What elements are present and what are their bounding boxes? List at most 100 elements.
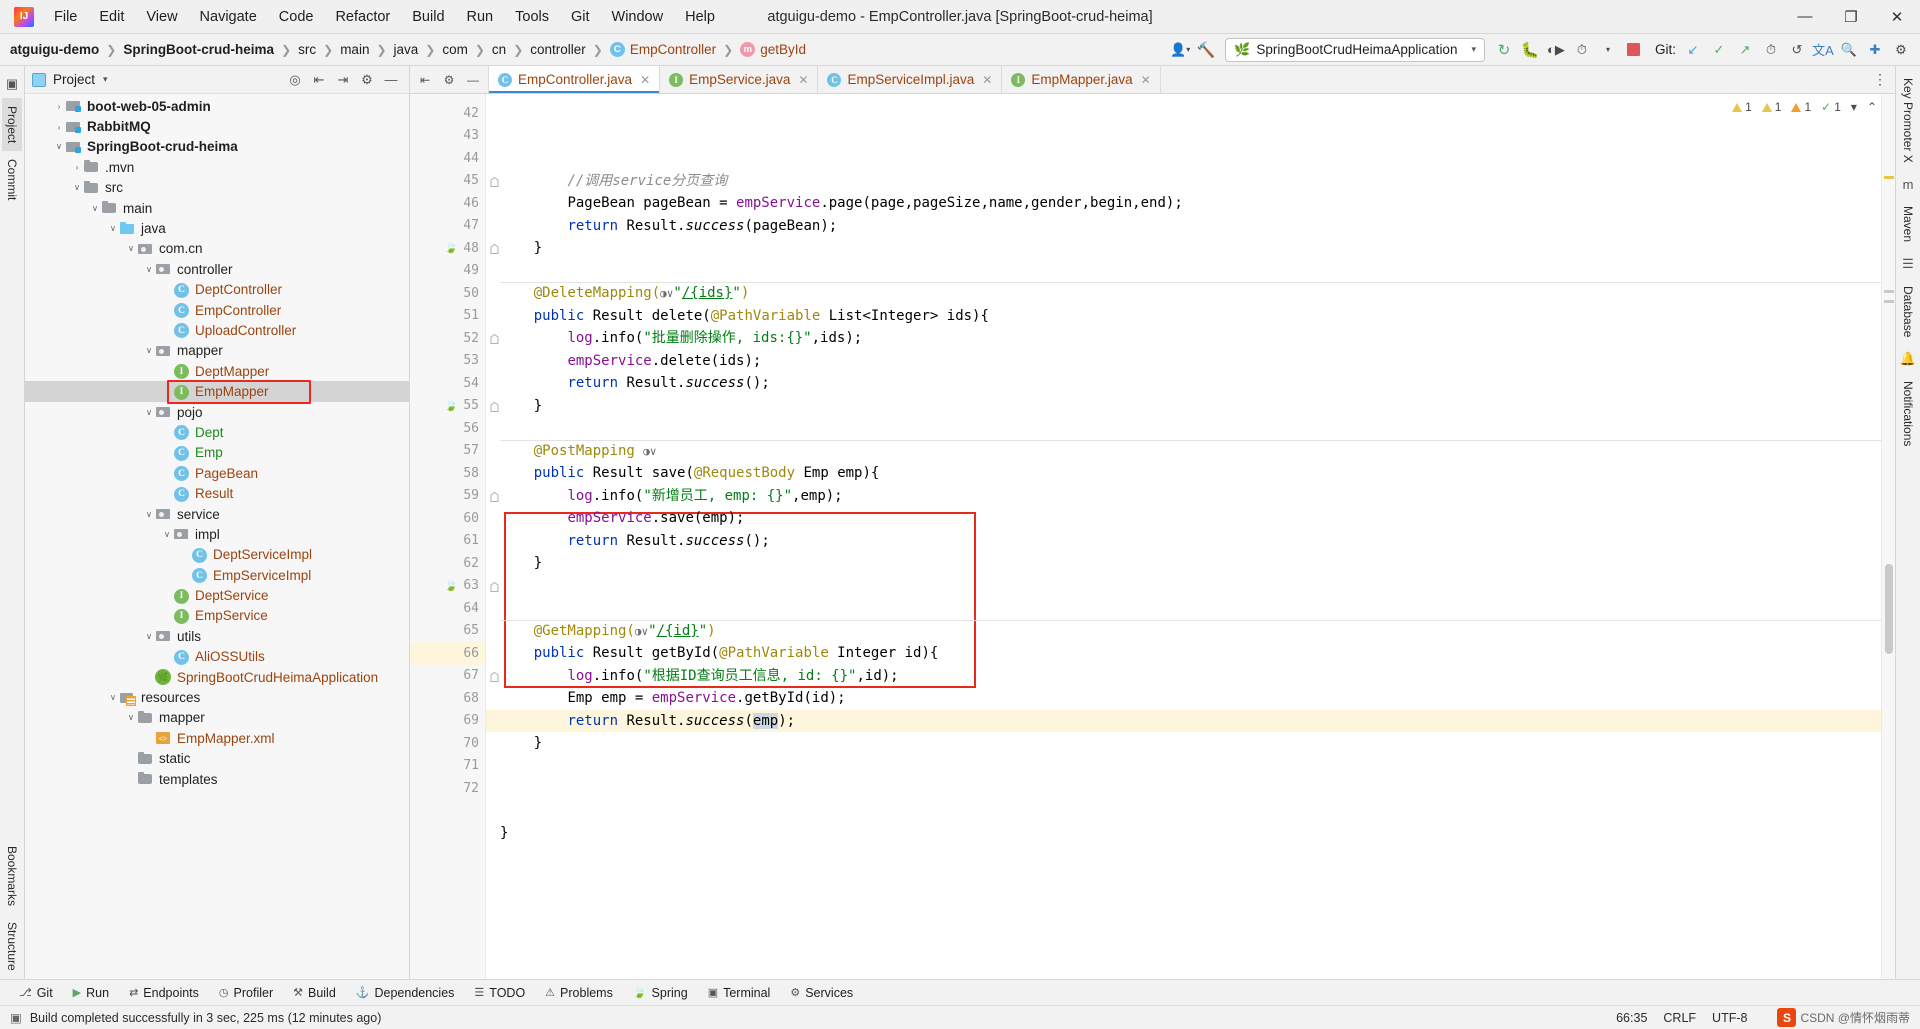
line-number[interactable]: 70 bbox=[410, 732, 485, 755]
chevron-down-icon[interactable]: ∨ bbox=[53, 141, 65, 152]
inspection-collapse-icon[interactable]: ⌃ bbox=[1867, 100, 1877, 114]
code-line[interactable]: } bbox=[486, 732, 1881, 755]
code-line[interactable]: public Result getById(@PathVariable Inte… bbox=[486, 642, 1881, 665]
tree-node-templates[interactable]: ›templates bbox=[25, 769, 409, 789]
inspection-scrollbar[interactable] bbox=[1881, 94, 1895, 979]
toolwindow-run[interactable]: ▶ Run bbox=[64, 983, 118, 1003]
tree-node-mapper[interactable]: ∨ mapper bbox=[25, 708, 409, 728]
bottom-tool-window-bar[interactable]: ⎇ Git ▶ Run ⇄ Endpoints ◷ Profiler ⚒ Build ⚓ Depend… bbox=[0, 979, 1920, 1005]
menu-bar[interactable]: File Edit View Navigate Code Refactor Build Run… bbox=[44, 5, 725, 29]
code-line[interactable]: return Result.success(); bbox=[486, 372, 1881, 395]
profiler-dropdown-icon[interactable]: ▾ bbox=[1595, 38, 1621, 62]
chevron-down-icon[interactable]: ∨ bbox=[143, 264, 155, 275]
chevron-right-icon[interactable]: › bbox=[53, 101, 65, 111]
chevron-right-icon[interactable]: › bbox=[71, 162, 83, 172]
tree-node-impl[interactable]: ∨ impl bbox=[25, 524, 409, 544]
tree-node-uploadcontroller[interactable]: ›CUploadController bbox=[25, 320, 409, 340]
code-line[interactable] bbox=[486, 417, 1881, 440]
coverage-icon[interactable]: ◐▶ bbox=[1543, 38, 1569, 62]
stop-icon[interactable] bbox=[1621, 38, 1647, 62]
code-line[interactable]: empService.delete(ids); bbox=[486, 350, 1881, 373]
line-number[interactable]: 56 bbox=[410, 417, 485, 440]
code-line[interactable] bbox=[486, 777, 1881, 800]
tab-overflow-icon[interactable]: ⋮ bbox=[1865, 66, 1895, 93]
tree-node-pagebean[interactable]: ›CPageBean bbox=[25, 463, 409, 483]
code-line[interactable]: } bbox=[486, 237, 1881, 260]
code-line[interactable] bbox=[486, 800, 1881, 823]
menu-edit[interactable]: Edit bbox=[89, 5, 134, 29]
tree-node-deptmapper[interactable]: ›IDeptMapper bbox=[25, 361, 409, 381]
inspection-settings-icon[interactable]: ▾ bbox=[1851, 100, 1857, 114]
git-commit-icon[interactable]: ✓ bbox=[1706, 38, 1732, 62]
tree-node-utils[interactable]: ∨ utils bbox=[25, 626, 409, 646]
rail-item-notifications[interactable]: Notifications bbox=[1898, 373, 1918, 454]
breadcrumb-item-cn[interactable]: cn bbox=[488, 40, 510, 59]
tree-node-empcontroller[interactable]: ›CEmpController bbox=[25, 300, 409, 320]
breadcrumb-item-main[interactable]: main bbox=[336, 40, 373, 59]
spring-endpoint-gutter-icon[interactable]: 🍃 bbox=[444, 241, 458, 254]
breadcrumb-item-getbyid[interactable]: m getById bbox=[736, 40, 810, 59]
menu-tools[interactable]: Tools bbox=[505, 5, 559, 29]
tree-node-controller[interactable]: ∨ controller bbox=[25, 259, 409, 279]
line-number[interactable]: 54 bbox=[410, 372, 485, 395]
close-tab-icon[interactable]: ✕ bbox=[640, 73, 650, 87]
toolwindow-spring[interactable]: 🍃 Spring bbox=[624, 983, 697, 1003]
breadcrumb-item-java[interactable]: java bbox=[390, 40, 423, 59]
git-push-icon[interactable]: ↗ bbox=[1732, 38, 1758, 62]
line-number[interactable]: 57 bbox=[410, 440, 485, 463]
tree-node-service[interactable]: ∨ service bbox=[25, 504, 409, 524]
rail-item-commit[interactable]: Commit bbox=[2, 151, 22, 208]
notifications-icon[interactable]: 🔔 bbox=[1900, 345, 1916, 373]
user-icon[interactable]: 👤 ▾ bbox=[1167, 38, 1193, 62]
breadcrumb-item-com[interactable]: com bbox=[438, 40, 472, 59]
line-number[interactable]: 63 🍃 bbox=[410, 575, 499, 598]
toolwindow-services[interactable]: ⚙ Services bbox=[781, 983, 862, 1003]
tree-node-deptcontroller[interactable]: ›CDeptController bbox=[25, 280, 409, 300]
breadcrumb-item-springboot-crud-heima[interactable]: SpringBoot-crud-heima bbox=[119, 40, 278, 59]
tree-node-empmapper.xml[interactable]: ›<>EmpMapper.xml bbox=[25, 728, 409, 748]
code-line[interactable]: } bbox=[486, 822, 1881, 845]
code-line[interactable]: log.info("新增员工, emp: {}",emp); bbox=[486, 485, 1881, 508]
code-line[interactable]: empService.save(emp); bbox=[486, 507, 1881, 530]
tree-node-result[interactable]: ›CResult bbox=[25, 483, 409, 503]
breadcrumb-item-empcontroller[interactable]: C EmpController bbox=[606, 40, 720, 59]
tree-node-deptserviceimpl[interactable]: ›CDeptServiceImpl bbox=[25, 545, 409, 565]
toolwindow-profiler[interactable]: ◷ Profiler bbox=[210, 983, 282, 1003]
collapse-all-icon[interactable]: ⇤ bbox=[308, 69, 330, 91]
chevron-down-icon[interactable]: ∨ bbox=[143, 407, 155, 418]
file-encoding[interactable]: UTF-8 bbox=[1712, 1011, 1747, 1025]
rail-item-maven[interactable]: Maven bbox=[1898, 198, 1918, 250]
hide-panel-icon[interactable]: — bbox=[380, 69, 402, 91]
debug-icon[interactable]: 🐛 bbox=[1517, 38, 1543, 62]
line-separator[interactable]: CRLF bbox=[1663, 1011, 1696, 1025]
menu-file[interactable]: File bbox=[44, 5, 87, 29]
rerun-icon[interactable]: ↻ bbox=[1491, 38, 1517, 62]
project-rail-icon[interactable]: ▣ bbox=[6, 70, 18, 98]
line-number[interactable]: 49 bbox=[410, 260, 485, 283]
rail-item-structure[interactable]: Structure bbox=[2, 914, 22, 979]
code-line[interactable]: @DeleteMapping(◑∨"/{ids}") bbox=[486, 282, 1881, 305]
tree-node-deptservice[interactable]: ›IDeptService bbox=[25, 585, 409, 605]
tree-node-empservice[interactable]: ›IEmpService bbox=[25, 606, 409, 626]
tree-node-mapper[interactable]: ∨ mapper bbox=[25, 341, 409, 361]
tree-node-src[interactable]: ∨ src bbox=[25, 178, 409, 198]
code-line[interactable]: return Result.success(); bbox=[486, 530, 1881, 553]
maven-icon[interactable]: m bbox=[1903, 171, 1914, 198]
git-update-icon[interactable]: ↙ bbox=[1680, 38, 1706, 62]
hide-icon[interactable]: — bbox=[462, 69, 484, 91]
menu-run[interactable]: Run bbox=[457, 5, 504, 29]
close-button[interactable]: ✕ bbox=[1874, 0, 1920, 34]
line-number[interactable]: 65 bbox=[410, 620, 485, 643]
code-line[interactable]: } bbox=[486, 552, 1881, 575]
translate-icon[interactable]: 文A bbox=[1810, 38, 1836, 62]
chevron-down-icon[interactable]: ∨ bbox=[107, 223, 119, 234]
code-line[interactable]: } bbox=[486, 395, 1881, 418]
line-number[interactable]: 59 bbox=[410, 485, 499, 508]
build-hammer-icon[interactable]: 🔨 bbox=[1193, 38, 1219, 62]
tree-node-empserviceimpl[interactable]: ›CEmpServiceImpl bbox=[25, 565, 409, 585]
code-line[interactable] bbox=[486, 597, 1881, 620]
chevron-down-icon[interactable]: ∨ bbox=[143, 345, 155, 356]
plugins-icon[interactable]: ✚ bbox=[1862, 38, 1888, 62]
collapse-icon[interactable]: ⇤ bbox=[414, 69, 436, 91]
database-icon[interactable]: ☰ bbox=[1902, 250, 1914, 278]
